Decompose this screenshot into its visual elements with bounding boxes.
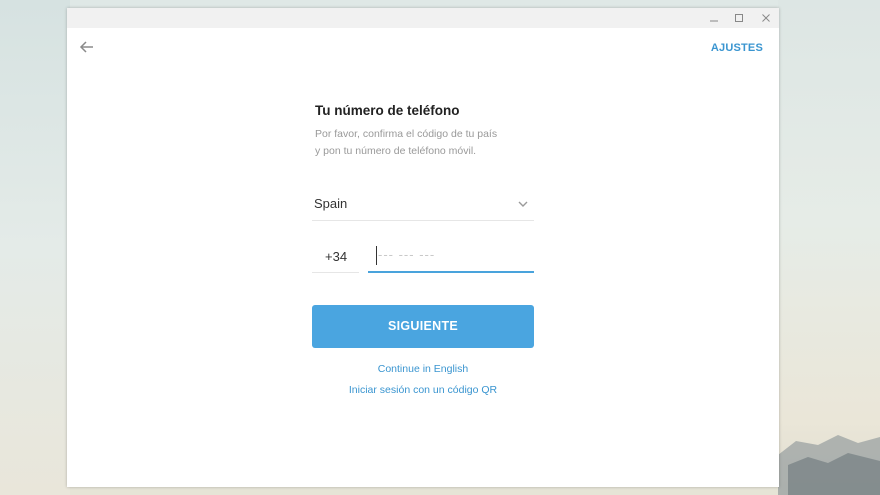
chevron-down-icon — [518, 201, 528, 207]
desktop-background-buildings — [778, 435, 880, 495]
desktop-background-right — [778, 0, 880, 495]
page-description: Por favor, confirma el código de tu país… — [315, 126, 555, 160]
app-window: AJUSTES Tu número de teléfono Por favor,… — [67, 8, 779, 487]
arrow-left-icon — [79, 41, 93, 53]
description-line-2: y pon tu número de teléfono móvil. — [315, 145, 477, 157]
qr-login-link[interactable]: Iniciar sesión con un código QR — [312, 384, 534, 396]
next-button[interactable]: SIGUIENTE — [312, 305, 534, 348]
settings-link[interactable]: AJUSTES — [711, 42, 763, 54]
country-code-input[interactable]: +34 — [312, 244, 359, 273]
page-title: Tu número de teléfono — [315, 103, 460, 118]
country-code-value: +34 — [325, 249, 348, 264]
phone-placeholder: --- --- --- — [378, 247, 436, 262]
close-button[interactable] — [753, 8, 779, 28]
desktop-background-left — [0, 0, 70, 495]
minimize-button[interactable] — [701, 8, 727, 28]
text-caret — [376, 246, 377, 265]
description-line-1: Por favor, confirma el código de tu país — [315, 128, 498, 140]
country-select[interactable]: Spain — [312, 192, 534, 221]
maximize-icon — [735, 14, 743, 22]
country-name: Spain — [314, 196, 348, 211]
back-button[interactable] — [79, 39, 99, 57]
minimize-icon — [710, 20, 718, 22]
title-bar — [67, 8, 779, 28]
phone-number-input[interactable]: --- --- --- — [368, 244, 534, 273]
close-icon — [762, 14, 770, 22]
maximize-button[interactable] — [726, 8, 752, 28]
continue-in-english-link[interactable]: Continue in English — [312, 363, 534, 375]
